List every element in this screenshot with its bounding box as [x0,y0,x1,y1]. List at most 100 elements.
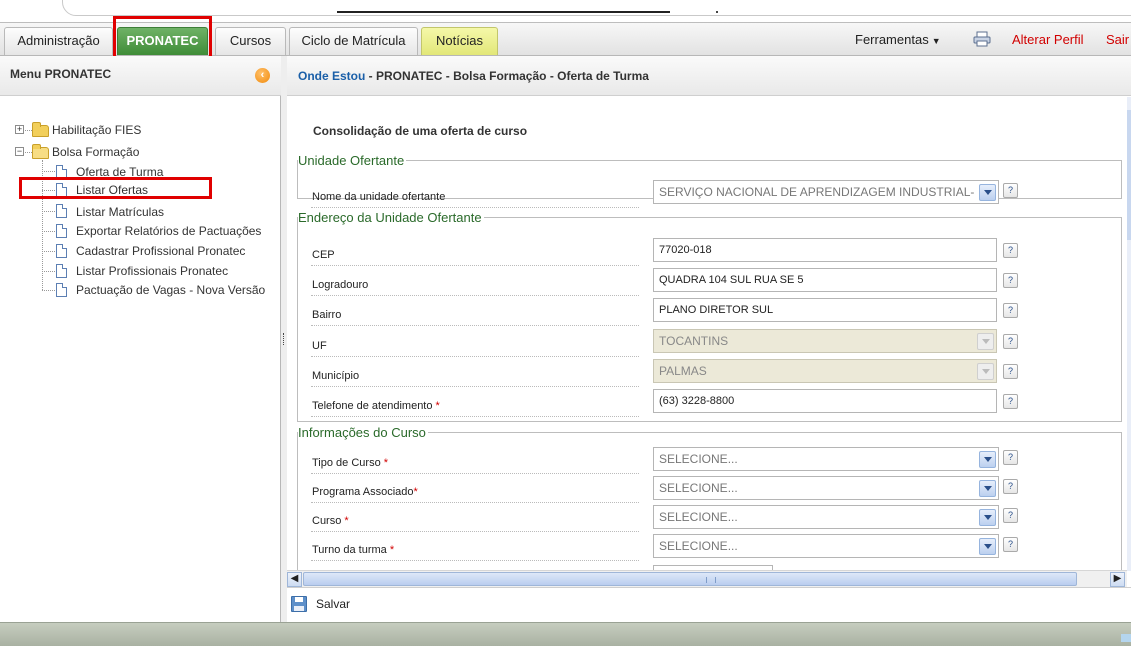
left-menu-header: Menu PRONATEC ‹ [0,56,281,96]
tab-noticias[interactable]: Notícias [421,27,498,55]
label-programa-text: Programa Associado [312,486,414,498]
legend-endereco: Endereço da Unidade Ofertante [298,210,482,225]
breadcrumb-text: Onde Estou - PRONATEC - Bolsa Formação -… [298,69,649,83]
required-mark: * [389,544,395,556]
folder-icon [32,122,49,137]
row-divider [311,473,639,474]
row-divider [311,386,639,387]
form-area: Consolidação de uma oferta de curso Unid… [287,97,1127,581]
row-divider [311,325,639,326]
tab-administracao[interactable]: Administração [4,27,113,55]
help-icon[interactable]: ? [1003,450,1018,465]
tree-item-habilitacao-fies[interactable]: Habilitação FIES [52,123,141,137]
chevron-down-icon[interactable] [979,509,996,526]
exit-link[interactable]: Sair [1106,32,1129,47]
collapse-bolsa-icon[interactable]: − [15,147,24,156]
printer-icon[interactable] [973,31,991,47]
required-mark: * [435,400,440,412]
label-logradouro: Logradouro [312,279,369,291]
breadcrumb-label: Onde Estou [298,69,366,83]
help-icon[interactable]: ? [1003,479,1018,494]
document-icon [56,183,67,197]
label-turno: Turno da turma * [312,544,394,556]
help-icon[interactable]: ? [1003,273,1018,288]
legend-unidade-ofertante: Unidade Ofertante [298,153,405,168]
folder-open-icon [32,144,49,159]
cep-field[interactable]: 77020-018 [653,238,997,262]
expand-fies-icon[interactable]: + [15,125,24,134]
help-icon[interactable]: ? [1003,537,1018,552]
vertical-scroll-thumb[interactable] [1127,110,1131,240]
collapse-left-icon[interactable]: ‹ [255,68,270,83]
turno-select[interactable]: SELECIONE... [653,534,999,558]
help-icon[interactable]: ? [1003,303,1018,318]
tree-connector [42,271,55,272]
tree-item-listar-profissionais[interactable]: Listar Profissionais Pronatec [76,264,228,278]
tools-menu[interactable]: Ferramentas ▼ [855,32,941,47]
help-icon[interactable]: ? [1003,394,1018,409]
label-curso-text: Curso [312,515,342,527]
label-telefone-text: Telefone de atendimento [312,400,433,412]
tipo-curso-select[interactable]: SELECIONE... [653,447,999,471]
left-menu-panel: Menu PRONATEC ‹ + Habilitação FIES − Bol… [0,56,281,622]
select-unidade-ofertante[interactable]: SERVIÇO NACIONAL DE APRENDIZAGEM INDUSTR… [653,180,999,204]
document-icon [56,165,67,179]
tree-item-listar-ofertas[interactable]: Listar Ofertas [76,183,148,197]
floppy-disk-icon[interactable] [291,596,307,612]
tree-connector [42,231,55,232]
bairro-field[interactable]: PLANO DIRETOR SUL [653,298,997,322]
chevron-down-icon[interactable] [979,480,996,497]
scroll-grip-icon [706,577,716,583]
required-mark: * [344,515,349,527]
telefone-field[interactable]: (63) 3228-8800 [653,389,997,413]
tab-cursos[interactable]: Cursos [215,27,286,55]
horizontal-scrollbar[interactable]: ◀ ▶ [287,570,1127,587]
scroll-right-icon[interactable]: ▶ [1110,572,1125,587]
programa-associado-select[interactable]: SELECIONE... [653,476,999,500]
curso-value: SELECIONE... [659,510,738,524]
save-button[interactable]: Salvar [316,597,350,611]
row-divider [311,502,639,503]
row-divider [311,295,639,296]
top-dot [716,11,718,13]
tools-menu-label: Ferramentas [855,32,929,47]
chevron-down-icon[interactable] [979,184,996,201]
tree-item-oferta-de-turma[interactable]: Oferta de Turma [76,165,163,179]
tree-connector [42,290,55,291]
change-profile-link[interactable]: Alterar Perfil [1012,32,1084,47]
tree-connector [42,211,55,212]
status-corner [1121,634,1131,642]
chevron-down-icon[interactable] [979,538,996,555]
uf-select-value: TOCANTINS [659,334,729,348]
status-bar [0,622,1131,646]
tree-item-pactuacao-de-vagas[interactable]: Pactuação de Vagas - Nova Versão [76,283,265,297]
horizontal-scroll-thumb[interactable] [303,572,1077,586]
select-unidade-value: SERVIÇO NACIONAL DE APRENDIZAGEM INDUSTR… [659,185,975,199]
label-curso: Curso * [312,515,349,527]
splitter-grip-icon[interactable] [283,333,285,345]
breadcrumb: Onde Estou - PRONATEC - Bolsa Formação -… [287,56,1131,96]
help-icon[interactable]: ? [1003,364,1018,379]
tab-ciclo-de-matricula[interactable]: Ciclo de Matrícula [289,27,418,55]
breadcrumb-path: - PRONATEC - Bolsa Formação - Oferta de … [365,69,649,83]
label-uf: UF [312,340,327,352]
tree-item-exportar-relatorios[interactable]: Exportar Relatórios de Pactuações [76,224,261,238]
scroll-left-icon[interactable]: ◀ [287,572,302,587]
help-icon[interactable]: ? [1003,508,1018,523]
label-tipo-curso: Tipo de Curso * [312,457,388,469]
help-icon[interactable]: ? [1003,243,1018,258]
tree-item-listar-matriculas[interactable]: Listar Matrículas [76,205,164,219]
chevron-down-icon[interactable] [979,451,996,468]
tree-item-bolsa-formacao[interactable]: Bolsa Formação [52,145,139,159]
tab-pronatec[interactable]: PRONATEC [117,27,208,55]
curso-select[interactable]: SELECIONE... [653,505,999,529]
help-icon[interactable]: ? [1003,183,1018,198]
help-icon[interactable]: ? [1003,334,1018,349]
logradouro-field[interactable]: QUADRA 104 SUL RUA SE 5 [653,268,997,292]
tree-item-cadastrar-profissional[interactable]: Cadastrar Profissional Pronatec [76,244,245,258]
app-window: Administração PRONATEC Cursos Ciclo de M… [0,0,1131,646]
chevron-down-icon: ▼ [931,36,941,46]
left-menu-title: Menu PRONATEC [10,67,112,81]
row-divider [311,531,639,532]
tipo-curso-value: SELECIONE... [659,452,738,466]
